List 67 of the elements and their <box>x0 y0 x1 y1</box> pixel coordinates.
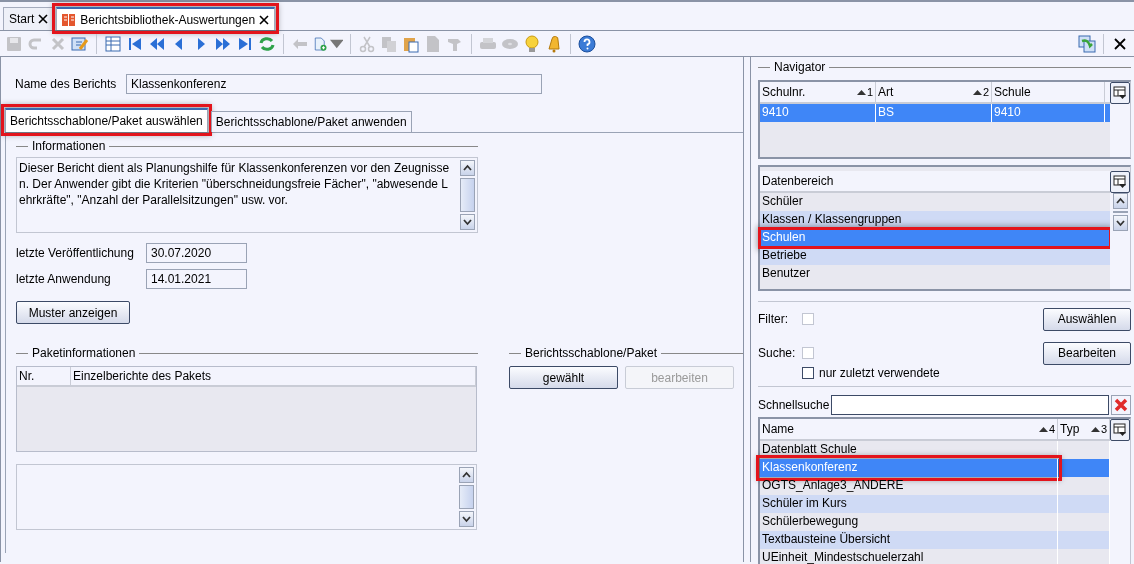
sort-arrow-icon <box>856 89 866 95</box>
quick-search-field[interactable] <box>831 395 1109 415</box>
date-field[interactable]: 14.01.2021 <box>146 269 247 289</box>
search-checkbox[interactable] <box>802 347 814 359</box>
column-header[interactable]: Schulnr. <box>762 85 806 99</box>
field-label: Schnellsuche <box>758 398 830 412</box>
sort-arrow-icon <box>972 89 982 95</box>
group-title: Navigator <box>774 60 826 74</box>
column-header[interactable]: Art <box>878 85 894 99</box>
close-icon[interactable] <box>38 14 49 24</box>
sort-arrow-icon <box>1090 426 1100 432</box>
column-header[interactable]: Nr. <box>17 367 71 385</box>
grid-cell: BS <box>876 104 992 122</box>
column-menu-button[interactable] <box>1110 171 1130 193</box>
column-header[interactable]: Datenbereich <box>762 174 834 188</box>
group-title: Paketinformationen <box>32 346 136 360</box>
exchange-button[interactable] <box>1076 32 1098 55</box>
book-icon <box>62 13 77 26</box>
edit-button[interactable]: Bearbeiten <box>1043 341 1131 365</box>
field-label: Name des Berichts <box>15 77 118 91</box>
scroll-up-button[interactable] <box>459 467 474 483</box>
tab[interactable]: Berichtsschablone/Paket anwenden <box>210 111 412 132</box>
field-label: Suche: <box>758 346 797 360</box>
sort-order: 2 <box>982 86 989 98</box>
grid-row[interactable]: 9410 BS 9410 <box>760 104 1110 122</box>
group-title: Informationen <box>32 139 106 153</box>
select-button[interactable]: Auswählen <box>1043 307 1131 331</box>
show-sample-button[interactable]: Muster anzeigen <box>16 301 130 324</box>
description-text: Dieser Bericht dient als Planungshilfe für Klassenkonferenzen vor den Zeugnissen. Der Anwender gibt die Kriterien "überschneidungsfreie Fächer", "abwesende Lehrkräfte", "Anzahl der Parallelsitzungen" usw. vor. <box>19 160 451 209</box>
clear-button[interactable] <box>1111 395 1131 415</box>
close-icon[interactable] <box>259 14 270 25</box>
column-menu-button[interactable] <box>1110 82 1130 104</box>
field-label: letzte Veröffentlichung <box>16 246 135 260</box>
column-header[interactable]: Schule <box>994 85 1031 99</box>
list-item[interactable]: Schüler <box>760 193 1110 211</box>
grid-cell: 9410 <box>760 104 876 122</box>
recent-checkbox[interactable] <box>802 367 814 379</box>
scroll-down-button[interactable] <box>460 214 475 230</box>
group-title: Berichtsschablone/Paket <box>525 346 658 360</box>
column-menu-button[interactable] <box>1110 419 1130 441</box>
sort-order: 3 <box>1100 423 1107 435</box>
report-name-field[interactable]: Klassenkonferenz <box>126 74 542 94</box>
scroll-thumb[interactable] <box>460 178 475 212</box>
clear-icon <box>1113 397 1129 413</box>
list-item[interactable]: Benutzer <box>760 265 1110 283</box>
list-item[interactable]: Schulen <box>760 229 1110 247</box>
document-tab[interactable]: Start <box>3 7 55 30</box>
checkbox-label: nur zuletzt verwendete <box>819 366 940 380</box>
filter-checkbox[interactable] <box>802 313 814 325</box>
scroll-down-button[interactable] <box>1112 215 1128 231</box>
field-label: letzte Anwendung <box>16 272 112 286</box>
sort-arrow-icon <box>1038 426 1048 432</box>
date-field[interactable]: 30.07.2020 <box>146 243 247 263</box>
field-label: Filter: <box>758 312 789 326</box>
scroll-up-button[interactable] <box>460 160 475 176</box>
sort-order: 1 <box>866 86 873 98</box>
exchange-icon <box>1078 34 1096 53</box>
column-header[interactable]: Einzelberichte des Pakets <box>71 367 476 385</box>
column-header[interactable]: Typ <box>1060 422 1080 436</box>
column-header[interactable]: Name <box>762 422 794 436</box>
sort-order: 4 <box>1048 423 1055 435</box>
scroll-down-button[interactable] <box>459 511 474 527</box>
grid-cell: 9410 <box>992 104 1105 122</box>
scroll-thumb[interactable] <box>459 485 474 509</box>
template-button[interactable]: gewählt <box>509 366 618 389</box>
scroll-up-button[interactable] <box>1112 193 1128 209</box>
scroll-thumb[interactable] <box>1112 211 1128 213</box>
